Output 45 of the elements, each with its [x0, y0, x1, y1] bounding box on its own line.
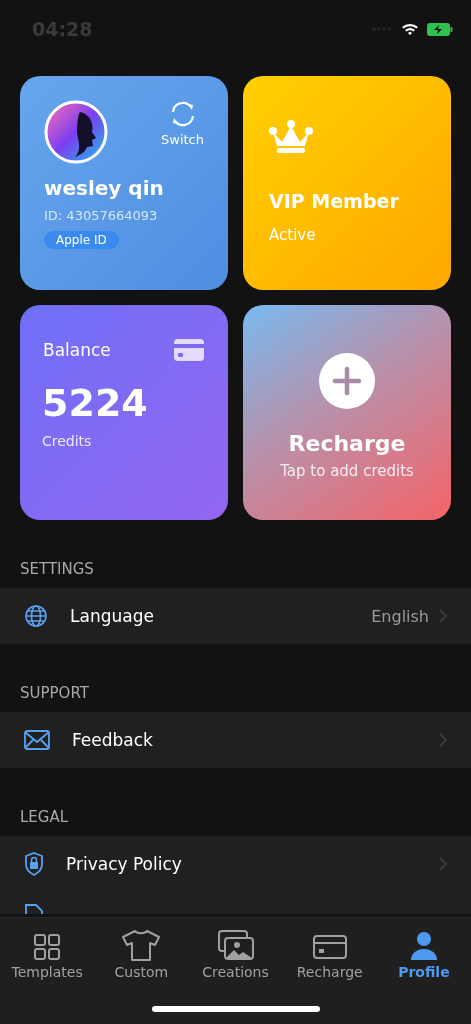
vip-status: Active — [269, 226, 317, 244]
section-header: SETTINGS — [19, 560, 95, 580]
settings-row[interactable]: Privacy Policy — [0, 836, 471, 892]
profile-card[interactable]: Switch wesley qin ID: 43057664093 Apple ID — [20, 76, 228, 290]
shield-lock-icon — [24, 852, 44, 876]
battery-icon — [427, 22, 453, 36]
recharge-title: Recharge — [288, 431, 406, 456]
tab[interactable]: Custom — [94, 918, 189, 980]
section-header: LEGAL — [19, 808, 70, 828]
balance-label: Balance — [43, 340, 111, 360]
shirt-icon — [121, 929, 162, 961]
user-name: wesley qin — [44, 176, 165, 200]
document-icon — [24, 904, 44, 914]
chevron-icon — [439, 609, 447, 623]
settings-row[interactable]: Language English — [0, 588, 471, 644]
chevron-icon — [439, 733, 447, 747]
balance-unit: Credits — [42, 433, 93, 449]
balance-amount: 5224 — [42, 381, 149, 425]
card-icon — [311, 933, 348, 961]
tab[interactable]: Profile — [376, 918, 471, 980]
user-id: ID: 43057664093 — [44, 208, 159, 223]
globe-icon — [24, 604, 48, 628]
chevron-icon — [439, 857, 447, 871]
avatar-icon — [44, 100, 108, 164]
recharge-subtitle: Tap to add credits — [280, 462, 414, 480]
mail-icon — [24, 730, 50, 750]
row-label: Feedback — [72, 730, 153, 750]
tab[interactable]: Recharge — [282, 918, 377, 980]
settings-row[interactable]: Feedback — [0, 712, 471, 768]
plus-icon — [319, 353, 375, 409]
vip-title: VIP Member — [269, 190, 400, 212]
settings-row[interactable] — [0, 892, 471, 914]
photos-icon — [216, 929, 255, 961]
row-label: Privacy Policy — [66, 854, 182, 874]
account-badge: Apple ID — [44, 231, 119, 249]
crown-icon — [269, 120, 313, 154]
grid-icon — [33, 933, 62, 961]
row-label: Language — [70, 606, 154, 626]
wifi-icon — [401, 22, 419, 36]
section-header: SUPPORT — [19, 684, 90, 704]
row-value: English — [371, 606, 429, 626]
tab[interactable]: Templates — [0, 918, 95, 980]
person-icon — [408, 931, 439, 961]
card-icon — [174, 339, 204, 361]
tab[interactable]: Creations — [188, 918, 283, 980]
